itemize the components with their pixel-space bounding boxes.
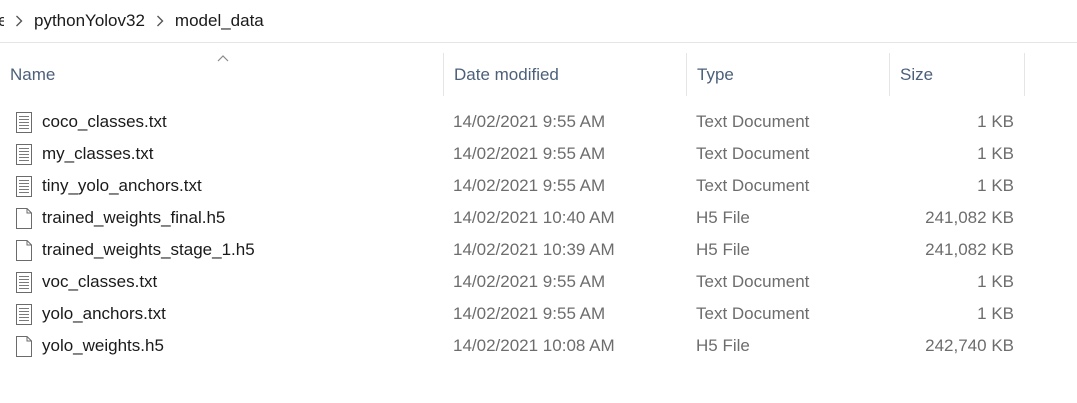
- file-type: Text Document: [696, 112, 810, 131]
- file-date-modified: 14/02/2021 10:08 AM: [453, 336, 615, 355]
- breadcrumb-item-model-data[interactable]: model_data: [175, 11, 264, 31]
- file-size: 242,740 KB: [925, 336, 1014, 355]
- file-date-modified: 14/02/2021 10:39 AM: [453, 240, 615, 259]
- file-size: 1 KB: [977, 304, 1014, 323]
- file-type: H5 File: [696, 240, 750, 259]
- breadcrumb: e pythonYolov32 model_data: [0, 0, 1077, 42]
- column-header-name-label: Name: [10, 64, 56, 84]
- file-row[interactable]: voc_classes.txt 14/02/2021 9:55 AM Text Do…: [0, 266, 1077, 298]
- file-name[interactable]: trained_weights_stage_1.h5: [42, 234, 255, 266]
- file-name[interactable]: my_classes.txt: [42, 138, 153, 170]
- file-type: Text Document: [696, 144, 810, 163]
- file-size: 241,082 KB: [925, 208, 1014, 227]
- file-name[interactable]: coco_classes.txt: [42, 106, 167, 138]
- file-row[interactable]: my_classes.txt 14/02/2021 9:55 AM Text Doc…: [0, 138, 1077, 170]
- text-document-icon: [14, 170, 34, 202]
- file-name[interactable]: voc_classes.txt: [42, 266, 157, 298]
- file-type: H5 File: [696, 208, 750, 227]
- file-row[interactable]: trained_weights_final.h5 14/02/2021 10:40…: [0, 202, 1077, 234]
- file-size: 1 KB: [977, 144, 1014, 163]
- blank-file-icon: [14, 330, 34, 362]
- file-type: Text Document: [696, 304, 810, 323]
- file-row[interactable]: yolo_anchors.txt 14/02/2021 9:55 AM Text D…: [0, 298, 1077, 330]
- blank-file-icon: [14, 202, 34, 234]
- file-date-modified: 14/02/2021 9:55 AM: [453, 112, 606, 131]
- file-size: 241,082 KB: [925, 240, 1014, 259]
- text-document-icon: [14, 298, 34, 330]
- file-size: 1 KB: [977, 176, 1014, 195]
- file-size: 1 KB: [977, 272, 1014, 291]
- chevron-right-icon[interactable]: [145, 11, 175, 31]
- file-date-modified: 14/02/2021 9:55 AM: [453, 272, 606, 291]
- file-name[interactable]: yolo_weights.h5: [42, 330, 164, 362]
- column-header-date-label: Date modified: [454, 64, 559, 84]
- file-size: 1 KB: [977, 112, 1014, 131]
- file-date-modified: 14/02/2021 10:40 AM: [453, 208, 615, 227]
- file-date-modified: 14/02/2021 9:55 AM: [453, 176, 606, 195]
- blank-file-icon: [14, 234, 34, 266]
- column-header-size[interactable]: Size: [890, 53, 1025, 96]
- file-name[interactable]: tiny_yolo_anchors.txt: [42, 170, 202, 202]
- column-header-name[interactable]: Name: [0, 53, 444, 96]
- breadcrumb-item-pythonyolov32[interactable]: pythonYolov32: [34, 11, 145, 31]
- file-date-modified: 14/02/2021 9:55 AM: [453, 304, 606, 323]
- file-row[interactable]: yolo_weights.h5 14/02/2021 10:08 AM H5 Fil…: [0, 330, 1077, 362]
- file-type: Text Document: [696, 176, 810, 195]
- file-name[interactable]: trained_weights_final.h5: [42, 202, 225, 234]
- file-row[interactable]: coco_classes.txt 14/02/2021 9:55 AM Text D…: [0, 106, 1077, 138]
- file-row[interactable]: trained_weights_stage_1.h5 14/02/2021 10:…: [0, 234, 1077, 266]
- text-document-icon: [14, 266, 34, 298]
- file-type: Text Document: [696, 272, 810, 291]
- text-document-icon: [14, 106, 34, 138]
- file-type: H5 File: [696, 336, 750, 355]
- column-header-row: Name Date modified Type Size: [0, 53, 1077, 96]
- address-bar-divider: [0, 42, 1077, 43]
- file-row[interactable]: tiny_yolo_anchors.txt 14/02/2021 9:55 AM T…: [0, 170, 1077, 202]
- file-name[interactable]: yolo_anchors.txt: [42, 298, 166, 330]
- column-header-type[interactable]: Type: [687, 53, 890, 96]
- text-document-icon: [14, 138, 34, 170]
- file-date-modified: 14/02/2021 9:55 AM: [453, 144, 606, 163]
- chevron-right-icon[interactable]: [4, 11, 34, 31]
- column-header-type-label: Type: [697, 64, 734, 84]
- column-header-date[interactable]: Date modified: [444, 53, 687, 96]
- column-header-size-label: Size: [900, 64, 934, 84]
